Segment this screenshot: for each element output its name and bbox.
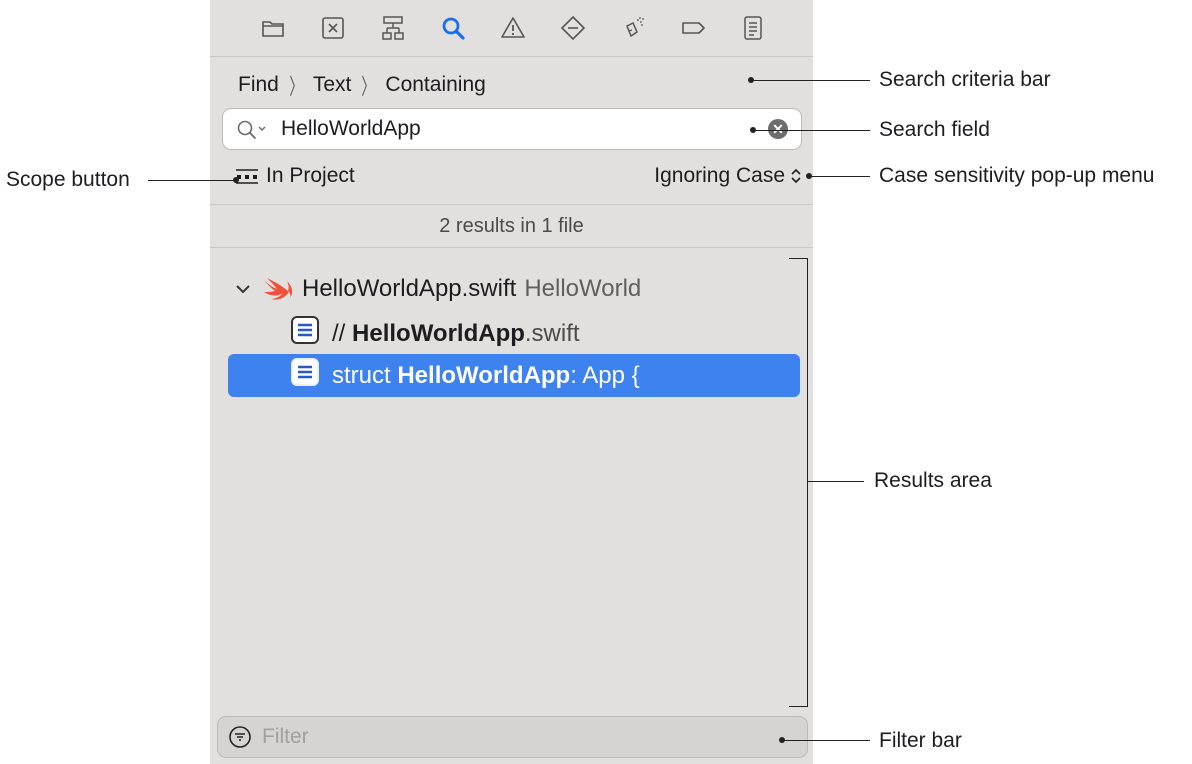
scope-button[interactable]: In Project — [234, 164, 355, 188]
clear-search-icon[interactable]: ✕ — [768, 119, 788, 139]
find-navigator-panel: Find 〉 Text 〉 Containing ✕ In Project Ig… — [210, 0, 813, 764]
callout-line — [808, 481, 864, 482]
result-project-name: HelloWorld — [524, 275, 642, 302]
case-sensitivity-popup[interactable]: Ignoring Case — [654, 164, 803, 188]
result-match-row-selected[interactable]: struct HelloWorldApp : App { — [228, 354, 800, 397]
callout-results-area: Results area — [874, 469, 992, 492]
source-line-icon — [290, 315, 320, 352]
navigator-toolbar — [210, 0, 813, 57]
debug-spray-icon[interactable] — [618, 13, 648, 43]
callout-case-menu: Case sensitivity pop-up menu — [879, 164, 1155, 187]
breakpoint-tag-icon[interactable] — [678, 13, 708, 43]
match-suffix: .swift — [524, 319, 580, 347]
scope-label: In Project — [266, 164, 355, 187]
report-list-icon[interactable] — [738, 13, 768, 43]
source-line-icon — [290, 357, 320, 394]
updown-chevron-icon — [791, 168, 801, 184]
results-area-bracket — [789, 258, 808, 707]
result-file-name: HelloWorldApp.swift — [302, 275, 517, 302]
callout-dot — [233, 177, 239, 183]
symbol-hierarchy-icon[interactable] — [378, 13, 408, 43]
callout-search-criteria-bar: Search criteria bar — [879, 68, 1051, 91]
folder-icon[interactable] — [258, 13, 288, 43]
filter-input[interactable] — [262, 724, 662, 750]
match-prefix: struct — [332, 361, 398, 389]
scope-icon — [236, 169, 258, 184]
callout-line — [753, 130, 870, 131]
search-criteria-bar: Find 〉 Text 〉 Containing — [238, 70, 486, 100]
callout-line — [148, 180, 236, 181]
disclosure-chevron-icon[interactable] — [234, 282, 252, 296]
callout-line — [782, 740, 870, 741]
match-prefix: // — [332, 319, 353, 347]
criteria-chevron-icon: 〉 — [289, 74, 303, 99]
callout-search-field: Search field — [879, 118, 990, 141]
search-field[interactable]: ✕ — [222, 108, 802, 150]
test-diamond-icon[interactable] — [558, 13, 588, 43]
callout-filter-bar: Filter bar — [879, 729, 962, 752]
match-term: HelloWorldApp — [397, 361, 571, 389]
case-label: Ignoring Case — [654, 164, 785, 187]
warning-icon[interactable] — [498, 13, 528, 43]
criteria-text[interactable]: Text — [313, 73, 352, 97]
search-options-icon[interactable] — [235, 118, 271, 147]
callout-line — [809, 176, 870, 177]
filter-bar[interactable] — [217, 716, 808, 758]
search-icon[interactable] — [438, 13, 468, 43]
match-term: HelloWorldApp — [352, 319, 525, 347]
result-file-row[interactable]: HelloWorldApp.swift HelloWorld — [234, 272, 641, 306]
criteria-find[interactable]: Find — [238, 73, 279, 97]
search-input[interactable] — [281, 116, 751, 142]
source-control-icon[interactable] — [318, 13, 348, 43]
callout-line — [751, 80, 870, 81]
match-suffix: : App { — [570, 361, 640, 389]
criteria-containing[interactable]: Containing — [385, 73, 485, 97]
filter-icon — [228, 725, 252, 754]
results-count: 2 results in 1 file — [210, 204, 813, 248]
result-match-row[interactable]: // HelloWorldApp .swift — [228, 312, 800, 355]
swift-icon — [264, 278, 293, 300]
criteria-chevron-icon: 〉 — [361, 74, 376, 99]
callout-scope-button: Scope button — [6, 168, 130, 191]
